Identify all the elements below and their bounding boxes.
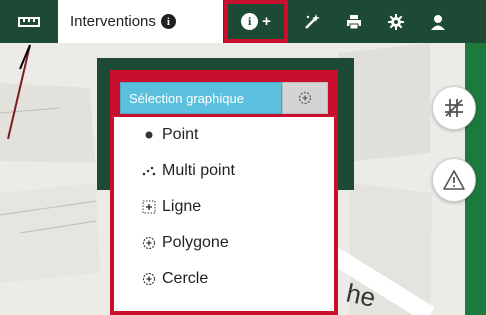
user-button[interactable]: [418, 0, 458, 43]
menu-item-label: Cercle: [162, 270, 209, 287]
point-icon: [140, 131, 158, 139]
menu-item-label: Point: [162, 126, 199, 143]
circle-icon: [140, 272, 158, 286]
multi-point-icon: [140, 166, 158, 176]
warning-button[interactable]: [432, 158, 476, 202]
grid-off-icon: [445, 99, 463, 117]
line-icon: [140, 200, 158, 214]
info-icon: i: [160, 14, 176, 29]
selection-dropdown: Sélection graphique Point Multi point Li…: [110, 70, 338, 315]
magic-wand-icon: [305, 13, 320, 29]
selection-header: Sélection graphique: [114, 74, 334, 117]
selection-menu: Point Multi point Ligne Polygone Cercle: [114, 117, 334, 297]
gear-icon: [388, 13, 404, 30]
grid-toggle-button[interactable]: [432, 86, 476, 130]
street-label: he: [344, 278, 379, 313]
menu-item-multi-point[interactable]: Multi point: [114, 153, 334, 189]
info-plus-button[interactable]: i +: [224, 0, 288, 43]
menu-item-point[interactable]: Point: [114, 117, 334, 153]
menu-item-circle[interactable]: Cercle: [114, 261, 334, 297]
tab-interventions-label: Interventions: [70, 13, 156, 30]
menu-item-line[interactable]: Ligne: [114, 189, 334, 225]
magic-wand-button[interactable]: [292, 0, 332, 43]
top-toolbar: Interventions i i +: [0, 0, 486, 43]
tab-interventions[interactable]: Interventions i: [58, 0, 223, 43]
target-button[interactable]: [282, 82, 328, 114]
menu-item-label: Multi point: [162, 162, 235, 179]
menu-item-label: Polygone: [162, 234, 229, 251]
settings-button[interactable]: [376, 0, 416, 43]
print-button[interactable]: [334, 0, 374, 43]
polygon-icon: [140, 236, 158, 250]
target-icon: [298, 91, 312, 105]
graphic-selection-button[interactable]: Sélection graphique: [120, 82, 282, 114]
ruler-icon: [18, 16, 40, 27]
menu-item-label: Ligne: [162, 198, 202, 215]
warning-icon: [443, 170, 465, 190]
menu-item-polygon[interactable]: Polygone: [114, 225, 334, 261]
highlight-frame: [224, 0, 288, 43]
measure-button[interactable]: [0, 0, 58, 43]
printer-icon: [347, 14, 361, 29]
user-icon: [431, 14, 445, 30]
